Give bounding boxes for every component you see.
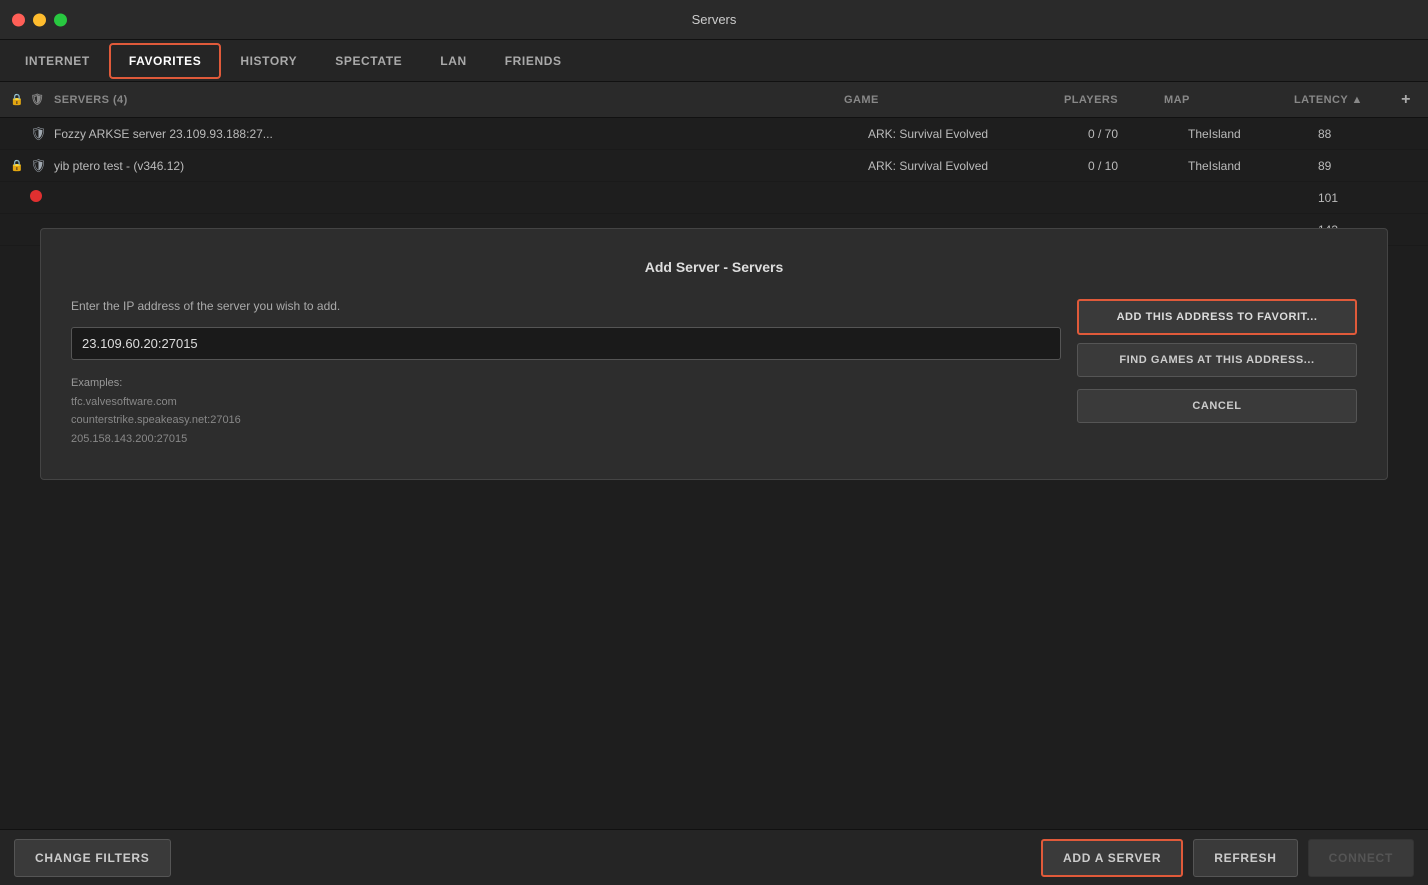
server-map: TheIsland: [1188, 127, 1318, 141]
example-3: 205.158.143.200:27015: [71, 433, 187, 445]
table-row[interactable]: 🛡 Fozzy ARKSE server 23.109.93.188:27...…: [0, 118, 1428, 150]
server-game: ARK: Survival Evolved: [868, 159, 1088, 173]
server-latency: 101: [1318, 191, 1418, 205]
shield-icon: 🛡: [30, 158, 54, 174]
game-col-header[interactable]: GAME: [844, 94, 1064, 106]
server-latency: 88: [1318, 127, 1418, 141]
modal-right-panel: ADD THIS ADDRESS TO FAVORIT... FIND GAME…: [1077, 299, 1357, 423]
server-latency: 89: [1318, 159, 1418, 173]
tab-lan[interactable]: LAN: [421, 43, 485, 79]
modal-title: Add Server - Servers: [71, 259, 1357, 275]
status-dot: [30, 190, 54, 205]
servers-col-header[interactable]: SERVERS (4): [54, 94, 844, 106]
ip-address-input[interactable]: [71, 327, 1061, 360]
server-players: 0 / 70: [1088, 127, 1188, 141]
latency-col-header[interactable]: LATENCY ▲: [1294, 94, 1394, 106]
connect-button[interactable]: CONNECT: [1308, 839, 1414, 877]
examples-text: Examples: tfc.valvesoftware.com counters…: [71, 374, 1061, 449]
add-to-favorites-button[interactable]: ADD THIS ADDRESS TO FAVORIT...: [1077, 299, 1357, 335]
tab-friends[interactable]: FRIENDS: [486, 43, 581, 79]
bottom-right-buttons: ADD A SERVER REFRESH CONNECT: [1041, 839, 1414, 877]
add-server-modal: Add Server - Servers Enter the IP addres…: [40, 228, 1388, 480]
table-header: 🔒 🛡 SERVERS (4) GAME PLAYERS MAP LATENCY…: [0, 82, 1428, 118]
server-game: ARK: Survival Evolved: [868, 127, 1088, 141]
examples-label: Examples:: [71, 377, 122, 389]
window-title: Servers: [692, 12, 737, 27]
modal-left-panel: Enter the IP address of the server you w…: [71, 299, 1061, 449]
tab-bar: INTERNET FAVORITES HISTORY SPECTATE LAN …: [0, 40, 1428, 82]
table-row[interactable]: 101: [0, 182, 1428, 214]
server-players: 0 / 10: [1088, 159, 1188, 173]
tab-favorites[interactable]: FAVORITES: [109, 43, 222, 79]
shield-icon: 🛡: [30, 126, 54, 142]
find-games-button[interactable]: FIND GAMES AT THIS ADDRESS...: [1077, 343, 1357, 377]
server-name: yib ptero test - (v346.12): [54, 159, 868, 173]
shield-col-header: 🛡: [30, 93, 54, 106]
tab-history[interactable]: HISTORY: [221, 43, 316, 79]
modal-body: Enter the IP address of the server you w…: [71, 299, 1357, 449]
server-map: TheIsland: [1188, 159, 1318, 173]
add-server-col-header[interactable]: +: [1394, 91, 1418, 109]
tab-internet[interactable]: INTERNET: [6, 43, 109, 79]
example-2: counterstrike.speakeasy.net:27016: [71, 414, 241, 426]
bottom-bar: CHANGE FILTERS ADD A SERVER REFRESH CONN…: [0, 829, 1428, 885]
traffic-lights: [12, 13, 67, 26]
title-bar: Servers: [0, 0, 1428, 40]
cancel-button[interactable]: CANCEL: [1077, 389, 1357, 423]
lock-col-header: 🔒: [10, 93, 30, 106]
tab-spectate[interactable]: SPECTATE: [316, 43, 421, 79]
close-button[interactable]: [12, 13, 25, 26]
map-col-header[interactable]: MAP: [1164, 94, 1294, 106]
server-name: Fozzy ARKSE server 23.109.93.188:27...: [54, 127, 868, 141]
refresh-button[interactable]: REFRESH: [1193, 839, 1297, 877]
add-server-button[interactable]: ADD A SERVER: [1041, 839, 1183, 877]
modal-instruction: Enter the IP address of the server you w…: [71, 299, 1061, 313]
maximize-button[interactable]: [54, 13, 67, 26]
players-col-header[interactable]: PLAYERS: [1064, 94, 1164, 106]
example-1: tfc.valvesoftware.com: [71, 396, 177, 408]
lock-icon: 🔒: [10, 159, 30, 172]
change-filters-button[interactable]: CHANGE FILTERS: [14, 839, 171, 877]
table-row[interactable]: 🔒 🛡 yib ptero test - (v346.12) ARK: Surv…: [0, 150, 1428, 182]
minimize-button[interactable]: [33, 13, 46, 26]
